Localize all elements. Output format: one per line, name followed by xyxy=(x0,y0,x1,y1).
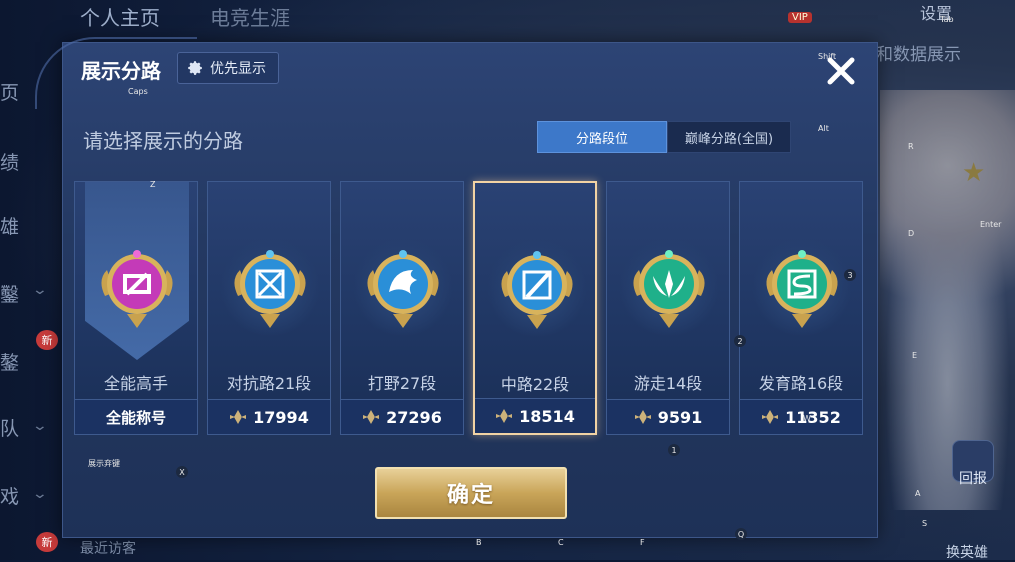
mode-segmented-control: 分路段位 巅峰分路(全国) xyxy=(537,121,791,153)
lane-card-clash[interactable]: 对抗路21段 17994 xyxy=(207,181,331,435)
left-menu-item[interactable]: 绩 xyxy=(0,148,19,175)
lane-card-name: 中路22段 xyxy=(500,375,570,394)
vip-badge: VIP xyxy=(788,12,812,23)
background-top-tabs: 个人主页 电竞生涯 xyxy=(80,2,290,31)
allround-emblem-icon xyxy=(101,250,173,328)
rank-points-icon xyxy=(230,410,247,424)
lane-card-footer: 全能称号 xyxy=(75,399,197,434)
key-hint-w: W xyxy=(803,414,811,423)
new-badge: 新 xyxy=(36,330,58,350)
key-hint-c: C xyxy=(558,538,564,547)
lane-card-footer: 27296 xyxy=(341,399,463,434)
report-button[interactable]: 回报 xyxy=(952,440,994,487)
left-menu-item[interactable]: 鑿 xyxy=(0,280,19,307)
jungle-emblem-icon xyxy=(367,250,439,328)
priority-display-label: 优先显示 xyxy=(210,61,266,77)
key-hint-3: 3 xyxy=(844,269,856,281)
lane-points: 18514 xyxy=(519,406,575,426)
tab-profile[interactable]: 个人主页 xyxy=(80,2,160,31)
left-menu-item[interactable]: 戏 xyxy=(0,482,19,509)
key-hint-caps: Caps xyxy=(128,87,148,96)
background-data-display-label: 和数据展示 xyxy=(876,45,961,65)
gear-icon xyxy=(188,61,202,75)
rank-points-icon xyxy=(363,410,380,424)
key-hint-tab: Tab xyxy=(940,15,954,24)
priority-display-button[interactable]: 优先显示 xyxy=(177,52,279,84)
rank-points-icon xyxy=(496,409,513,423)
lane-card-farm[interactable]: 发育路16段 11352 xyxy=(739,181,863,435)
tab-peak-lane-national[interactable]: 巅峰分路(全国) xyxy=(667,121,791,153)
rank-points-icon xyxy=(762,410,779,424)
key-hint-shift: Shift xyxy=(818,52,837,61)
clash-lane-emblem-icon xyxy=(234,250,306,328)
key-hint-s: S xyxy=(922,519,928,528)
lane-card-name: 对抗路21段 xyxy=(226,374,312,393)
key-hint-f: F xyxy=(640,538,645,547)
lane-card-footer: 18514 xyxy=(475,398,595,433)
allround-title-label: 全能称号 xyxy=(105,408,166,427)
lane-card-name: 打野27段 xyxy=(367,374,437,393)
lane-card-name: 发育路16段 xyxy=(758,374,844,393)
key-hint-alt: Alt xyxy=(818,124,829,133)
rank-points-icon xyxy=(634,410,651,424)
key-hint-b: B xyxy=(476,538,482,547)
chevron-down-icon[interactable]: ⌄ xyxy=(32,282,48,298)
new-badge: 新 xyxy=(36,532,58,552)
confirm-button[interactable]: 确定 xyxy=(375,467,567,519)
key-hint-1: 1 xyxy=(668,444,680,456)
report-button-label: 回报 xyxy=(959,471,987,487)
mid-lane-emblem-icon xyxy=(501,251,573,329)
left-menu-item[interactable]: 页 xyxy=(0,78,19,105)
lane-card-jungle[interactable]: 打野27段 27296 xyxy=(340,181,464,435)
lane-card-name: 全能高手 xyxy=(103,374,168,393)
dialog-subtitle: 请选择展示的分路 xyxy=(83,129,243,153)
key-hint-a: A xyxy=(915,489,921,498)
key-hint-display: 展示弃键 xyxy=(88,459,120,468)
chevron-down-icon[interactable]: ⌄ xyxy=(32,418,48,434)
key-hint-enter: Enter xyxy=(980,220,1002,229)
lane-points: 9591 xyxy=(657,407,703,427)
tab-esports-career[interactable]: 电竞生涯 xyxy=(210,2,290,31)
lane-card-allround[interactable]: 全能高手 全能称号 xyxy=(74,181,198,435)
switch-hero-label[interactable]: 换英雄 xyxy=(946,542,988,562)
key-hint-x: X xyxy=(176,466,188,478)
lane-card-footer: 11352 xyxy=(740,399,862,434)
roam-emblem-icon xyxy=(633,250,705,328)
lane-points: 11352 xyxy=(785,407,841,427)
key-hint-q: Q xyxy=(735,528,747,540)
lane-display-dialog: 展示分路 优先显示 请选择展示的分路 分路段位 巅峰分路(全国) 全能高手 全能… xyxy=(35,37,878,538)
hero-character-art xyxy=(880,90,1015,510)
key-hint-r: R xyxy=(908,142,914,151)
left-menu-item[interactable]: 鏊 xyxy=(0,348,19,375)
key-hint-e: E xyxy=(912,351,918,360)
tab-lane-rank[interactable]: 分路段位 xyxy=(537,121,667,153)
recent-visitors-label: 最近访客 xyxy=(80,541,136,557)
star-icon: ★ xyxy=(962,158,986,188)
left-menu-item[interactable]: 雄 xyxy=(0,212,19,239)
lane-card-roam[interactable]: 游走14段 9591 xyxy=(606,181,730,435)
key-hint-z: Z xyxy=(150,180,156,189)
lane-card-footer: 9591 xyxy=(607,399,729,434)
lane-card-mid[interactable]: 中路22段 18514 xyxy=(473,181,597,435)
key-hint-2: 2 xyxy=(734,335,746,347)
dialog-title: 展示分路 xyxy=(81,59,161,83)
lane-points: 27296 xyxy=(386,407,442,427)
farm-lane-emblem-icon xyxy=(766,250,838,328)
left-menu-item[interactable]: 队 xyxy=(0,414,19,441)
lane-points: 17994 xyxy=(253,407,309,427)
chevron-down-icon[interactable]: ⌄ xyxy=(32,486,48,502)
key-hint-d: D xyxy=(908,229,915,238)
lane-card-footer: 17994 xyxy=(208,399,330,434)
lane-card-name: 游走14段 xyxy=(633,374,703,393)
